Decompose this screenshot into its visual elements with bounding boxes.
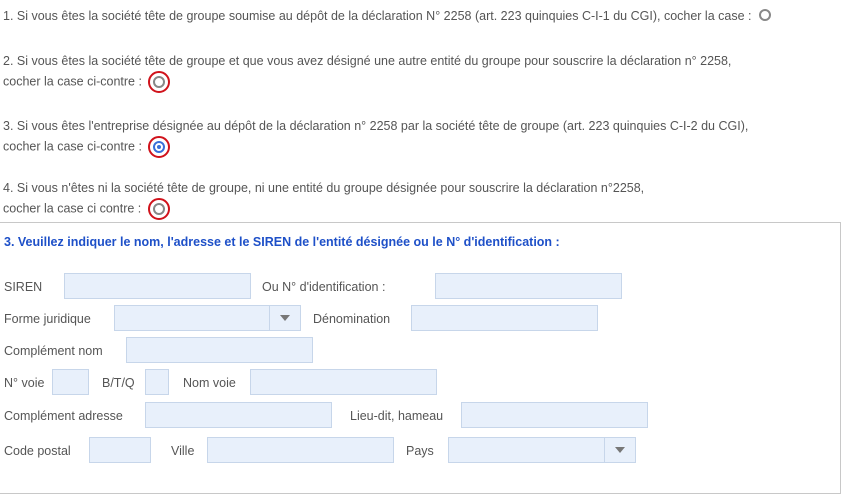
nom-voie-input[interactable]: [250, 369, 437, 395]
option-4: 4. Si vous n'êtes ni la société tête de …: [3, 179, 644, 220]
section-title: 3. Veuillez indiquer le nom, l'adresse e…: [4, 235, 560, 249]
option-3-text-line2: cocher la case ci-contre :: [3, 139, 142, 154]
siren-label: SIREN: [4, 280, 43, 294]
code-postal-input[interactable]: [89, 437, 151, 463]
code-postal-label: Code postal: [4, 444, 71, 458]
num-voie-input[interactable]: [52, 369, 89, 395]
option-3-radio-icon[interactable]: [153, 141, 166, 153]
pays-select[interactable]: [448, 437, 636, 463]
btq-input[interactable]: [145, 369, 169, 395]
option-2-radio-icon[interactable]: [153, 76, 166, 88]
designated-entity-section: 3. Veuillez indiquer le nom, l'adresse e…: [0, 222, 841, 494]
option-3-highlight-ring: [148, 136, 171, 158]
option-4-text-line1: 4. Si vous n'êtes ni la société tête de …: [3, 181, 645, 195]
option-1-radio-icon[interactable]: [758, 9, 771, 21]
id-number-input[interactable]: [435, 273, 622, 299]
pays-chevron-down-icon[interactable]: [604, 438, 635, 462]
option-3-text-line1: 3. Si vous êtes l'entreprise désignée au…: [3, 119, 749, 133]
option-2-highlight-ring: [148, 71, 171, 93]
ville-label: Ville: [171, 444, 195, 458]
option-3: 3. Si vous êtes l'entreprise désignée au…: [3, 117, 748, 158]
forme-juridique-select[interactable]: [114, 305, 301, 331]
num-voie-label: N° voie: [4, 376, 45, 390]
option-2: 2. Si vous êtes la société tête de group…: [3, 52, 731, 93]
ville-input[interactable]: [207, 437, 394, 463]
complement-nom-label: Complément nom: [4, 344, 103, 358]
btq-label: B/T/Q: [102, 376, 135, 390]
option-4-radio-icon[interactable]: [152, 203, 165, 215]
option-4-text-line2: cocher la case ci contre :: [3, 201, 142, 216]
siren-input[interactable]: [64, 273, 251, 299]
option-2-text-line2: cocher la case ci-contre :: [3, 74, 142, 89]
complement-adresse-input[interactable]: [145, 402, 332, 428]
forme-juridique-chevron-down-icon[interactable]: [269, 306, 300, 330]
option-1-text: 1. Si vous êtes la société tête de group…: [3, 9, 752, 23]
denomination-label: Dénomination: [313, 312, 391, 326]
complement-nom-input[interactable]: [126, 337, 313, 363]
id-number-label: Ou N° d'identification :: [262, 280, 386, 294]
option-4-highlight-ring: [147, 198, 170, 220]
lieu-dit-input[interactable]: [461, 402, 648, 428]
denomination-input[interactable]: [411, 305, 598, 331]
lieu-dit-label: Lieu-dit, hameau: [350, 409, 444, 423]
forme-juridique-label: Forme juridique: [4, 312, 91, 326]
complement-adresse-label: Complément adresse: [4, 409, 123, 423]
nom-voie-label: Nom voie: [183, 376, 236, 390]
option-2-text-line1: 2. Si vous êtes la société tête de group…: [3, 54, 732, 68]
pays-label: Pays: [406, 444, 434, 458]
option-1: 1. Si vous êtes la société tête de group…: [3, 7, 771, 25]
